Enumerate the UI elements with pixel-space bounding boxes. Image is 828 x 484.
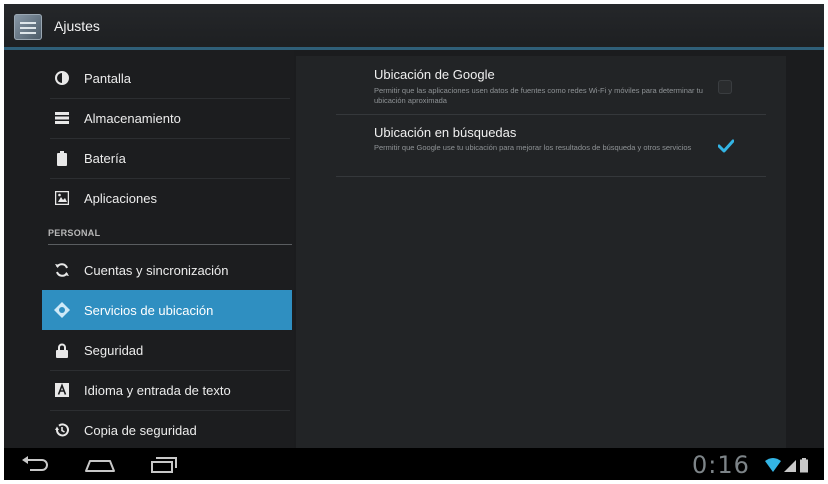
google-location-checkbox[interactable] [718,80,732,94]
battery-icon [54,150,70,166]
search-location-checkbox[interactable] [717,139,735,153]
back-icon [22,456,48,471]
location-services-panel: Ubicación de Google Permitir que las apl… [296,56,786,448]
sidebar-item-label: Batería [84,150,126,166]
sidebar-item-aplicaciones[interactable]: Aplicaciones [42,178,292,218]
pref-summary: Permitir que Google use tu ubicación par… [374,143,692,152]
lock-icon [54,342,70,358]
sidebar-item-pantalla[interactable]: Pantalla [42,58,292,98]
action-bar: Ajustes [4,4,824,50]
checkmark-icon [717,139,735,153]
home-icon [85,460,115,472]
wifi-icon [765,458,781,472]
sidebar-item-copia[interactable]: Copia de seguridad [42,410,292,450]
divider [336,176,766,177]
sidebar-item-cuentas[interactable]: Cuentas y sincronización [42,250,292,290]
status-icons [764,457,816,473]
system-bar: 0:16 [4,448,824,480]
page-title: Ajustes [54,18,100,34]
sidebar-item-seguridad[interactable]: Seguridad [42,330,292,370]
pref-summary: Permitir que las aplicaciones usen datos… [374,86,703,105]
pref-title: Ubicación de Google [374,67,495,82]
sidebar-item-label: Idioma y entrada de texto [84,382,231,398]
sidebar-item-servicios-ubicacion[interactable]: Servicios de ubicación [42,290,292,330]
pref-title: Ubicación en búsquedas [374,125,517,140]
pref-item-ubicacion-busquedas[interactable]: Ubicación en búsquedas Permitir que Goog… [296,115,786,175]
storage-icon [54,110,70,126]
display-icon [54,70,70,86]
sidebar-item-label: Pantalla [84,70,131,86]
section-divider [48,244,292,245]
section-header-personal: PERSONAL [48,228,101,238]
backup-icon [54,422,70,438]
recent-apps-icon [151,457,177,473]
sidebar-item-label: Copia de seguridad [84,422,197,438]
settings-app-icon[interactable] [14,14,42,40]
battery-status-icon [800,458,808,473]
signal-icon [784,460,796,472]
status-clock: 0:16 [692,451,750,479]
settings-sidebar: Pantalla Almacenamiento Batería Aplicaci… [4,50,294,448]
sync-icon [54,262,70,278]
language-icon [54,382,70,398]
sidebar-item-label: Almacenamiento [84,110,181,126]
sidebar-item-label: Servicios de ubicación [84,302,214,318]
sidebar-item-label: Aplicaciones [84,190,157,206]
settings-screen: Ajustes Pantalla Almacenamiento Batería [4,4,824,480]
location-icon [54,302,70,318]
sidebar-item-bateria[interactable]: Batería [42,138,292,178]
sidebar-item-almacenamiento[interactable]: Almacenamiento [42,98,292,138]
sidebar-item-idioma[interactable]: Idioma y entrada de texto [42,370,292,410]
sidebar-item-label: Seguridad [84,342,144,358]
back-button[interactable] [20,454,50,474]
sidebar-item-label: Cuentas y sincronización [84,262,229,278]
apps-icon [54,190,70,206]
pref-item-ubicacion-google[interactable]: Ubicación de Google Permitir que las apl… [296,56,786,114]
home-button[interactable] [84,454,116,474]
recent-apps-button[interactable] [150,454,178,474]
